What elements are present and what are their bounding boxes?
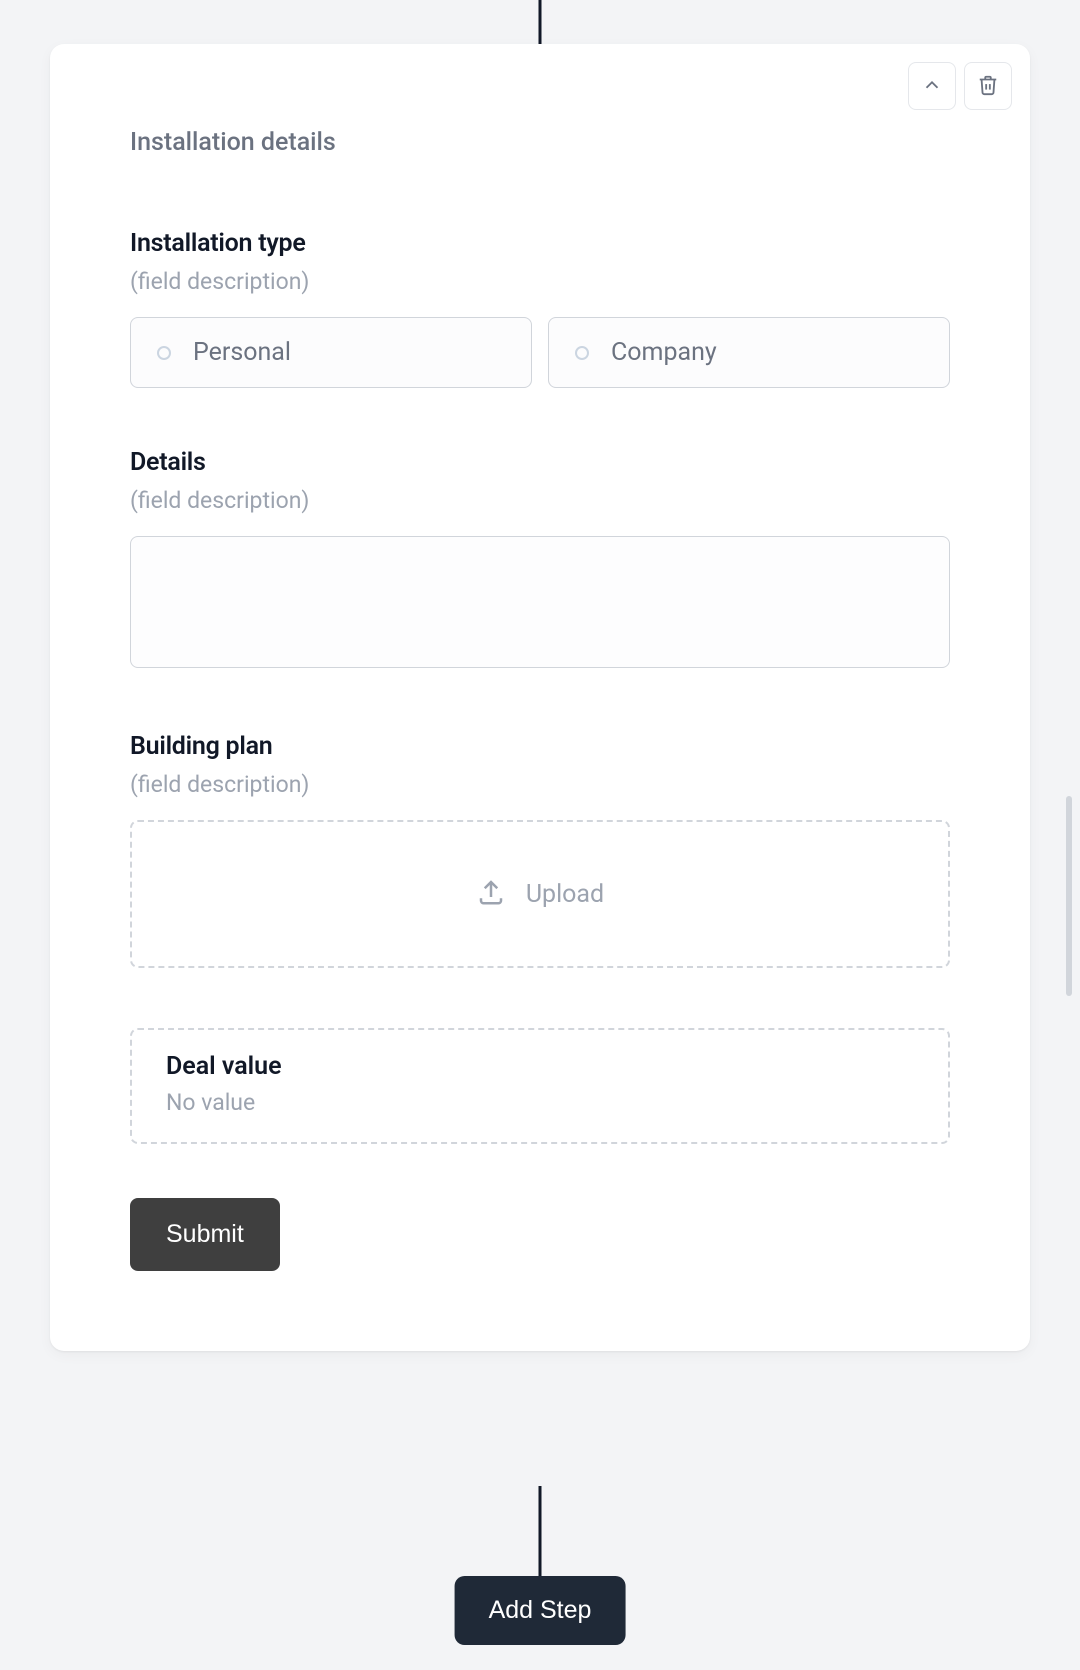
deal-value-text: No value bbox=[166, 1089, 914, 1116]
field-deal-value[interactable]: Deal value No value bbox=[130, 1028, 950, 1144]
step-card-installation-details: Installation details Installation type (… bbox=[50, 44, 1030, 1351]
delete-button[interactable] bbox=[964, 62, 1012, 110]
field-description: (field description) bbox=[130, 771, 950, 798]
upload-icon bbox=[476, 877, 506, 911]
card-actions bbox=[68, 62, 1012, 110]
collapse-button[interactable] bbox=[908, 62, 956, 110]
field-building-plan: Building plan (field description) Upload bbox=[130, 732, 950, 968]
field-details: Details (field description) bbox=[130, 448, 950, 672]
trash-icon bbox=[977, 74, 999, 99]
upload-dropzone[interactable]: Upload bbox=[130, 820, 950, 968]
deal-value-label: Deal value bbox=[166, 1052, 914, 1081]
radio-circle-icon bbox=[157, 346, 171, 360]
field-label: Building plan bbox=[130, 732, 950, 761]
radio-option-personal[interactable]: Personal bbox=[130, 317, 532, 388]
radio-option-label: Personal bbox=[193, 338, 291, 367]
radio-circle-icon bbox=[575, 346, 589, 360]
radio-group-installation-type: Personal Company bbox=[130, 317, 950, 388]
field-description: (field description) bbox=[130, 487, 950, 514]
field-label: Installation type bbox=[130, 229, 950, 258]
radio-option-company[interactable]: Company bbox=[548, 317, 950, 388]
upload-label: Upload bbox=[526, 880, 604, 909]
field-installation-type: Installation type (field description) Pe… bbox=[130, 229, 950, 388]
add-step-button[interactable]: Add Step bbox=[455, 1576, 626, 1645]
connector-line-top bbox=[539, 0, 542, 44]
card-body: Installation details Installation type (… bbox=[68, 110, 1012, 1271]
chevron-up-icon bbox=[921, 74, 943, 99]
field-description: (field description) bbox=[130, 268, 950, 295]
radio-option-label: Company bbox=[611, 338, 717, 367]
card-title: Installation details bbox=[130, 128, 950, 157]
submit-button[interactable]: Submit bbox=[130, 1198, 280, 1271]
details-textarea[interactable] bbox=[130, 536, 950, 668]
field-label: Details bbox=[130, 448, 950, 477]
scrollbar-thumb[interactable] bbox=[1066, 796, 1072, 996]
